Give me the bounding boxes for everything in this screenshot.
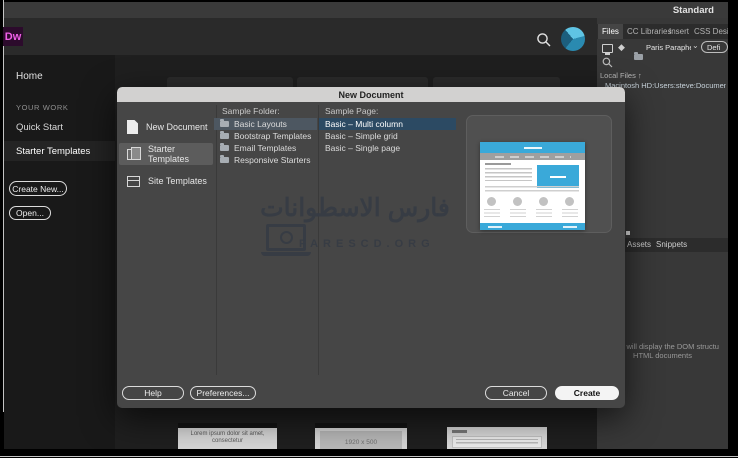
new-document-dialog: New Document New Document Starter Templa… — [117, 87, 625, 408]
sample-page-single-page[interactable]: Basic – Single page — [319, 142, 456, 154]
sidebar-item-home[interactable]: Home — [16, 71, 43, 82]
thumb-content-box — [452, 436, 542, 448]
preview-feature-text — [484, 209, 500, 218]
category-new-document[interactable]: New Document — [119, 117, 213, 137]
dialog-title: New Document — [117, 87, 625, 102]
preferences-button[interactable]: Preferences... — [190, 386, 256, 400]
image-placeholder: 1920 x 500 — [320, 431, 402, 449]
workspace-switcher[interactable]: Standard — [673, 5, 714, 16]
sample-page-simple-grid[interactable]: Basic – Simple grid — [319, 130, 456, 142]
preview-feature-text — [536, 209, 552, 218]
template-preview-frame — [466, 115, 612, 233]
home-sidebar: Home YOUR WORK Quick Start Starter Templ… — [4, 55, 115, 449]
preview-heading-bar — [485, 163, 511, 165]
frame-hairline-bottom — [0, 456, 738, 457]
tab-cc-libraries[interactable]: CC Libraries — [627, 24, 671, 39]
define-servers-button[interactable]: Defi — [701, 41, 728, 53]
help-button[interactable]: Help — [122, 386, 184, 400]
workspace-bar: Standard — [4, 2, 728, 18]
template-card-basic: Lorem ipsum dolor sit amet, consectetur — [178, 423, 277, 449]
panel-close-icon[interactable] — [626, 231, 630, 235]
sample-folder-responsive-starters[interactable]: Responsive Starters — [214, 154, 317, 166]
local-files-header[interactable]: Local Files ↑ — [600, 71, 642, 80]
sample-folder-label: Sample Folder: — [222, 106, 280, 116]
preview-cta-box — [537, 165, 579, 188]
preview-feature-circle — [513, 197, 522, 206]
preview-nav-bar — [480, 153, 585, 160]
user-avatar[interactable] — [561, 27, 585, 51]
dreamweaver-window: Standard Dw Home YOUR WORK Quick Start S… — [0, 0, 738, 458]
git-icon[interactable]: ◆ — [618, 42, 625, 53]
preview-feature-circle — [487, 197, 496, 206]
create-button[interactable]: Create — [555, 386, 619, 400]
preview-feature-circle — [565, 197, 574, 206]
tab-insert[interactable]: Insert — [669, 24, 689, 39]
tab-files[interactable]: Files — [598, 24, 623, 39]
template-card-email — [447, 427, 547, 449]
chevron-down-icon[interactable]: ⌄ — [692, 41, 699, 50]
sidebar-item-starter-templates[interactable]: Starter Templates — [4, 141, 115, 161]
folder-icon — [220, 145, 229, 151]
sample-folder-bootstrap-templates[interactable]: Bootstrap Templates — [214, 130, 317, 142]
sample-folder-basic-layouts[interactable]: Basic Layouts — [214, 118, 317, 130]
folder-icon — [220, 157, 229, 163]
preview-feature-text — [562, 209, 578, 218]
preview-header-bar — [480, 142, 585, 153]
sidebar-item-label: Starter Templates — [16, 146, 90, 157]
files-search-icon[interactable] — [602, 57, 613, 68]
template-card-bootstrap: 1920 x 500 — [315, 423, 407, 449]
preview-paragraph-lines — [485, 168, 532, 181]
search-icon[interactable] — [536, 32, 552, 48]
cancel-button[interactable]: Cancel — [485, 386, 547, 400]
sidebar-section-label: YOUR WORK — [16, 103, 68, 112]
thumb-text-lines — [456, 439, 538, 445]
category-site-templates[interactable]: Site Templates — [119, 171, 213, 191]
preview-feature-text — [510, 209, 526, 218]
sample-page-multi-column[interactable]: Basic – Multi column — [319, 118, 456, 130]
template-preview-thumbnail — [480, 142, 585, 230]
sort-up-icon: ↑ — [638, 71, 642, 80]
site-dropdown[interactable]: Paris Parapher... — [646, 43, 691, 52]
folder-icon — [220, 121, 229, 127]
template-card-text: Lorem ipsum dolor sit amet, — [178, 431, 277, 438]
dreamweaver-logo: Dw — [3, 27, 23, 46]
sample-folder-email-templates[interactable]: Email Templates — [214, 142, 317, 154]
preview-footer-bar — [480, 223, 585, 230]
sidebar-item-quick-start[interactable]: Quick Start — [16, 122, 63, 133]
connect-server-icon[interactable] — [602, 44, 613, 53]
preview-feature-circle — [539, 197, 548, 206]
open-button[interactable]: Open... — [9, 206, 51, 220]
category-starter-templates[interactable]: Starter Templates — [119, 143, 213, 165]
create-new-button[interactable]: Create New... — [9, 181, 67, 196]
sample-page-label: Sample Page: — [325, 106, 378, 116]
files-panel-tab-bar: Files CC Libraries Insert CSS Designer — [597, 24, 728, 39]
tab-assets[interactable]: Assets — [627, 238, 651, 252]
app-header — [4, 18, 597, 55]
preview-content — [480, 160, 585, 223]
site-templates-icon — [127, 176, 140, 187]
preview-paragraph-lines — [485, 186, 579, 193]
thumb-title-bar — [452, 430, 467, 433]
tab-css-designer[interactable]: CSS Designer — [694, 24, 728, 39]
site-folder-icon — [634, 54, 643, 60]
document-icon — [127, 120, 138, 134]
tab-snippets[interactable]: Snippets — [656, 238, 687, 252]
template-card-text: consectetur — [178, 438, 277, 445]
starter-templates-icon — [127, 147, 140, 161]
folder-icon — [220, 133, 229, 139]
